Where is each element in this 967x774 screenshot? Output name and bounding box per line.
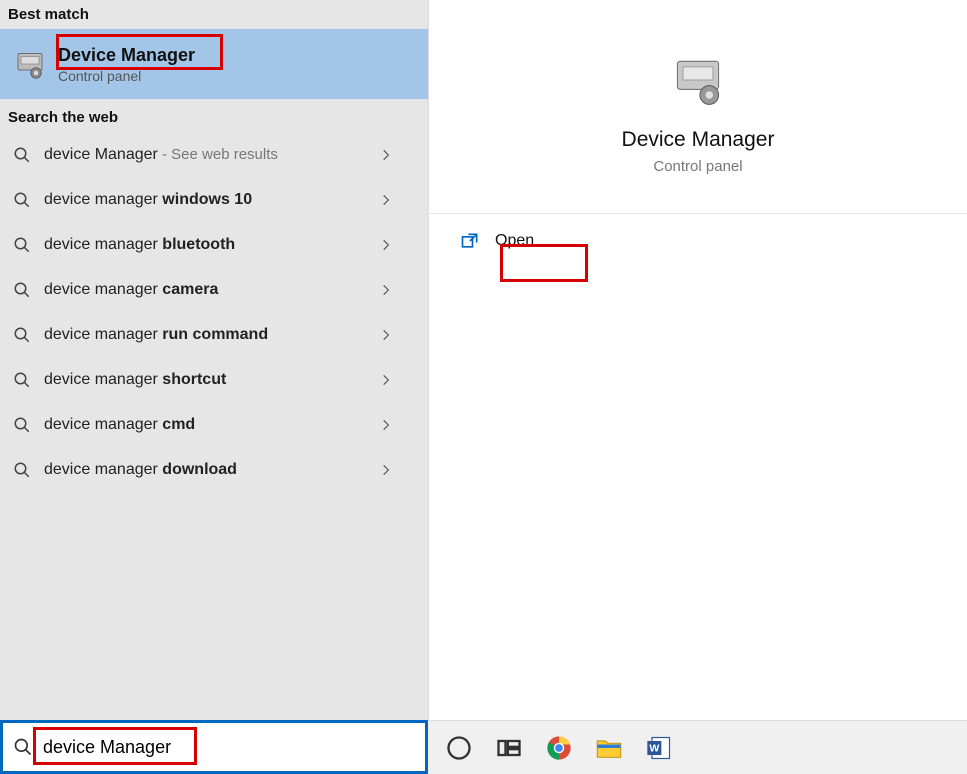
detail-panel: Device Manager Control panel Open bbox=[428, 0, 967, 720]
web-result-text: device manager shortcut bbox=[44, 371, 376, 389]
search-bar[interactable] bbox=[0, 720, 428, 774]
web-result-text: device manager download bbox=[44, 461, 376, 479]
detail-subtitle: Control panel bbox=[653, 158, 742, 175]
web-result-text: device manager bluetooth bbox=[44, 236, 376, 254]
chrome-icon[interactable] bbox=[538, 727, 580, 769]
taskbar: W bbox=[428, 720, 967, 774]
best-match-subtitle: Control panel bbox=[58, 68, 195, 84]
web-result-item[interactable]: device manager bluetooth bbox=[0, 222, 428, 267]
web-result-item[interactable]: device manager download bbox=[0, 447, 428, 492]
web-results-list: device Manager - See web results device m… bbox=[0, 132, 428, 492]
web-result-item[interactable]: device manager shortcut bbox=[0, 357, 428, 402]
search-icon bbox=[10, 143, 34, 167]
web-result-text: device Manager - See web results bbox=[44, 146, 376, 164]
web-result-text: device manager camera bbox=[44, 281, 376, 299]
open-label: Open bbox=[495, 232, 534, 250]
search-results-panel: Best match Device Manager Control panel … bbox=[0, 0, 428, 720]
search-input[interactable] bbox=[35, 737, 417, 758]
open-icon bbox=[459, 230, 481, 252]
chevron-right-icon[interactable] bbox=[376, 235, 396, 255]
word-icon[interactable]: W bbox=[638, 727, 680, 769]
search-icon bbox=[10, 233, 34, 257]
web-result-item[interactable]: device Manager - See web results bbox=[0, 132, 428, 177]
best-match-header: Best match bbox=[0, 0, 428, 29]
chevron-right-icon[interactable] bbox=[376, 145, 396, 165]
search-icon bbox=[10, 368, 34, 392]
search-icon bbox=[10, 458, 34, 482]
device-manager-large-icon bbox=[668, 50, 728, 110]
web-result-item[interactable]: device manager cmd bbox=[0, 402, 428, 447]
web-result-text: device manager windows 10 bbox=[44, 191, 376, 209]
search-icon bbox=[11, 735, 35, 759]
chevron-right-icon[interactable] bbox=[376, 415, 396, 435]
web-result-text: device manager cmd bbox=[44, 416, 376, 434]
web-result-item[interactable]: device manager camera bbox=[0, 267, 428, 312]
search-icon bbox=[10, 323, 34, 347]
detail-title: Device Manager bbox=[622, 128, 775, 152]
chevron-right-icon[interactable] bbox=[376, 325, 396, 345]
search-icon bbox=[10, 413, 34, 437]
file-explorer-icon[interactable] bbox=[588, 727, 630, 769]
task-view-icon[interactable] bbox=[488, 727, 530, 769]
web-result-text: device manager run command bbox=[44, 326, 376, 344]
device-manager-icon bbox=[10, 44, 50, 84]
web-results-header: Search the web bbox=[0, 103, 428, 132]
chevron-right-icon[interactable] bbox=[376, 460, 396, 480]
best-match-item[interactable]: Device Manager Control panel bbox=[0, 29, 428, 99]
open-action[interactable]: Open bbox=[429, 214, 967, 268]
best-match-title: Device Manager bbox=[58, 45, 195, 66]
chevron-right-icon[interactable] bbox=[376, 370, 396, 390]
web-result-item[interactable]: device manager windows 10 bbox=[0, 177, 428, 222]
cortana-icon[interactable] bbox=[438, 727, 480, 769]
search-icon bbox=[10, 188, 34, 212]
web-result-item[interactable]: device manager run command bbox=[0, 312, 428, 357]
search-icon bbox=[10, 278, 34, 302]
chevron-right-icon[interactable] bbox=[376, 280, 396, 300]
chevron-right-icon[interactable] bbox=[376, 190, 396, 210]
svg-text:W: W bbox=[649, 742, 659, 754]
